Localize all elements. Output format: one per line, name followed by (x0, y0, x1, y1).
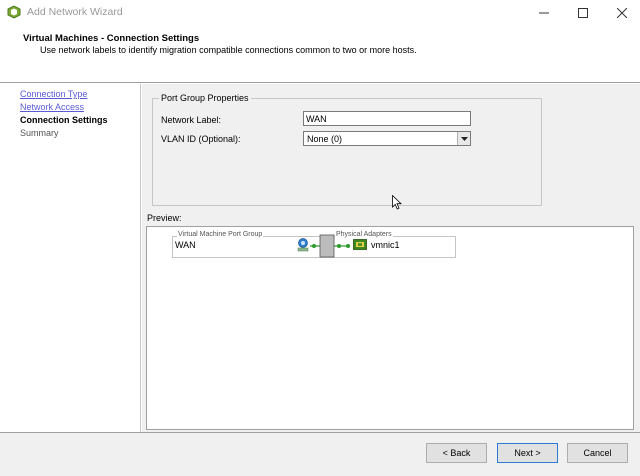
mouse-cursor-icon (392, 195, 402, 210)
preview-label: Preview: (147, 213, 182, 223)
network-label-input[interactable] (303, 111, 471, 126)
close-icon (617, 8, 627, 18)
minimize-icon (539, 12, 549, 14)
nav-step-connection-type[interactable]: Connection Type (20, 89, 87, 99)
vlan-id-select[interactable]: None (0) (303, 131, 471, 146)
port-group-properties-group: Port Group Properties Network Label: VLA… (152, 93, 542, 206)
back-button[interactable]: < Back (426, 443, 487, 463)
minimize-button[interactable] (522, 0, 566, 26)
wizard-footer: < Back Next > Cancel (0, 432, 640, 476)
wizard-steps-nav: Connection Type Network Access Connectio… (0, 84, 141, 432)
physical-nic-icon (353, 239, 367, 250)
nav-step-summary: Summary (20, 128, 59, 138)
nav-step-network-access[interactable]: Network Access (20, 102, 84, 112)
port-group-name: WAN (175, 240, 196, 250)
title-bar: Add Network Wizard (0, 0, 640, 26)
close-button[interactable] (600, 0, 640, 26)
virtual-machine-network-icon (297, 238, 309, 252)
vm-port-group-legend: Virtual Machine Port Group (177, 231, 264, 238)
dropdown-arrow-icon[interactable] (457, 132, 470, 145)
main-content: Port Group Properties Network Label: VLA… (142, 84, 640, 432)
maximize-button[interactable] (561, 0, 605, 26)
groupbox-legend: Port Group Properties (159, 93, 251, 103)
network-label-label: Network Label: (161, 115, 222, 125)
physical-adapter-name: vmnic1 (371, 240, 400, 250)
maximize-icon (578, 8, 588, 18)
vlan-id-label: VLAN ID (Optional): (161, 134, 241, 144)
virtual-switch-icon (310, 234, 350, 258)
vsphere-app-icon (7, 5, 21, 19)
nav-step-connection-settings: Connection Settings (20, 115, 108, 125)
wizard-header: Virtual Machines - Connection Settings U… (0, 26, 640, 83)
vlan-id-value: None (0) (307, 134, 343, 144)
page-subtitle: Use network labels to identify migration… (40, 45, 417, 55)
next-button[interactable]: Next > (497, 443, 558, 463)
page-title: Virtual Machines - Connection Settings (23, 33, 200, 44)
window-title: Add Network Wizard (27, 6, 123, 18)
cancel-button[interactable]: Cancel (567, 443, 628, 463)
preview-panel: Virtual Machine Port Group Physical Adap… (146, 226, 634, 430)
